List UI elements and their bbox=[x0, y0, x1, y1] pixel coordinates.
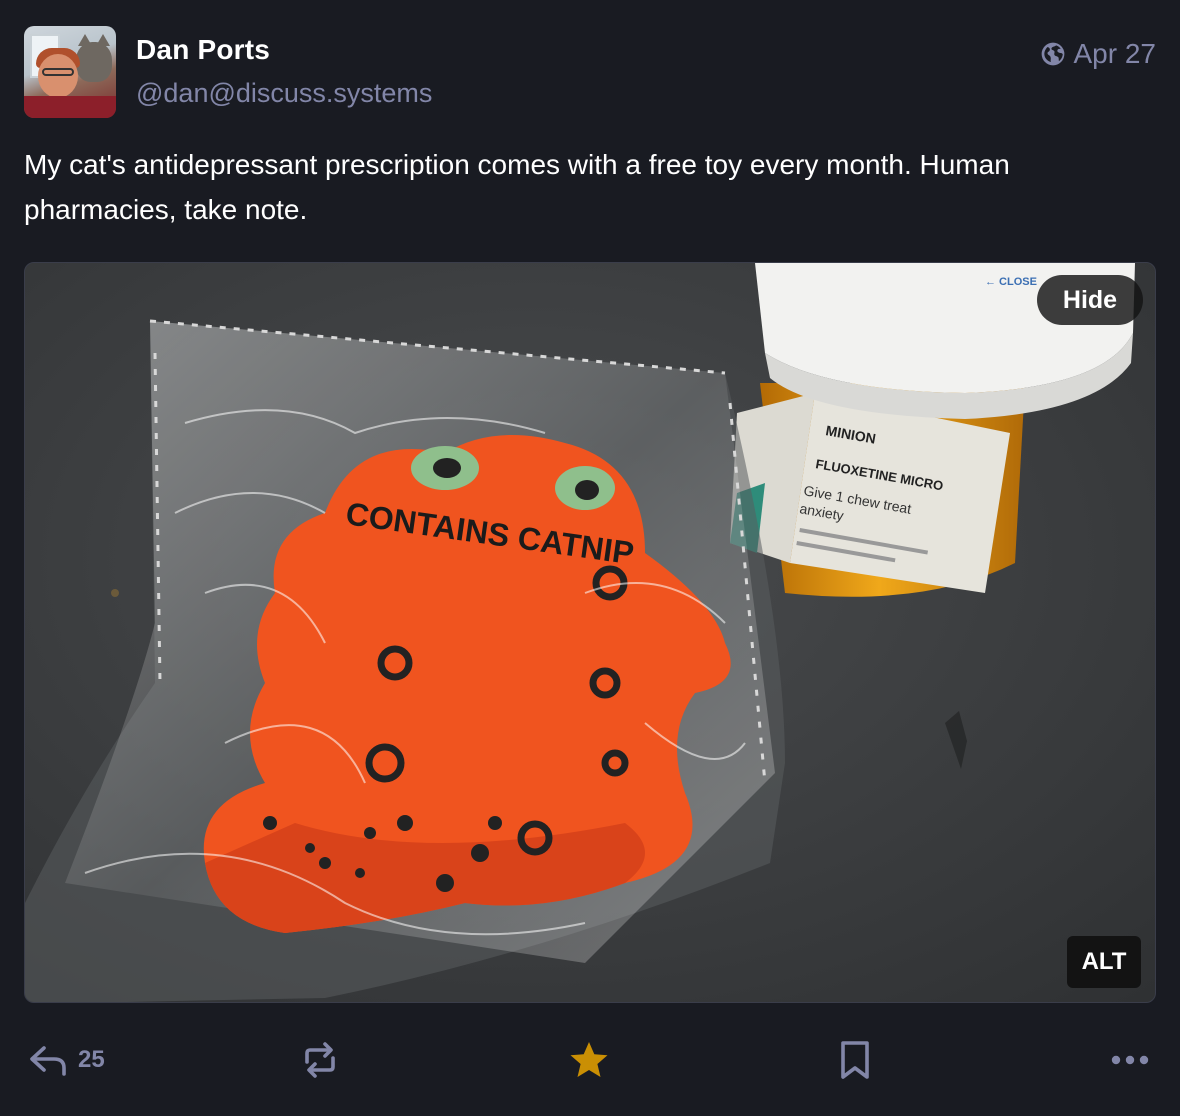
boost-icon bbox=[300, 1040, 340, 1080]
bookmark-button[interactable] bbox=[838, 1034, 872, 1086]
favourite-button[interactable] bbox=[568, 1034, 610, 1086]
bookmark-icon bbox=[838, 1040, 872, 1080]
reply-button[interactable]: 25 bbox=[28, 1034, 105, 1086]
status-meta[interactable]: Apr 27 bbox=[1040, 38, 1157, 70]
attachment-photo[interactable]: MINION FLUOXETINE MICRO Give 1 chew trea… bbox=[25, 263, 1156, 1003]
account-handle[interactable]: @dan@discuss.systems bbox=[136, 78, 432, 109]
star-icon bbox=[568, 1040, 610, 1080]
alt-text-button[interactable]: ALT bbox=[1067, 936, 1141, 988]
svg-text:← CLOSE: ← CLOSE bbox=[985, 276, 1037, 288]
avatar[interactable] bbox=[24, 26, 116, 118]
reply-count: 25 bbox=[78, 1046, 105, 1073]
status-date[interactable]: Apr 27 bbox=[1074, 38, 1157, 70]
status-post: Dan Ports @dan@discuss.systems Apr 27 My… bbox=[0, 0, 1180, 1116]
more-options-button[interactable] bbox=[1110, 1034, 1150, 1086]
display-name[interactable]: Dan Ports bbox=[136, 34, 270, 66]
more-icon bbox=[1110, 1054, 1150, 1066]
status-header: Dan Ports @dan@discuss.systems Apr 27 bbox=[24, 26, 1156, 118]
globe-icon bbox=[1040, 41, 1066, 67]
media-attachment[interactable]: MINION FLUOXETINE MICRO Give 1 chew trea… bbox=[24, 262, 1156, 1003]
status-action-bar: 25 bbox=[24, 1034, 1156, 1086]
boost-button[interactable] bbox=[300, 1034, 340, 1086]
hide-media-button[interactable]: Hide bbox=[1037, 275, 1143, 325]
status-content: My cat's antidepressant prescription com… bbox=[24, 149, 1010, 225]
reply-icon bbox=[28, 1044, 68, 1076]
